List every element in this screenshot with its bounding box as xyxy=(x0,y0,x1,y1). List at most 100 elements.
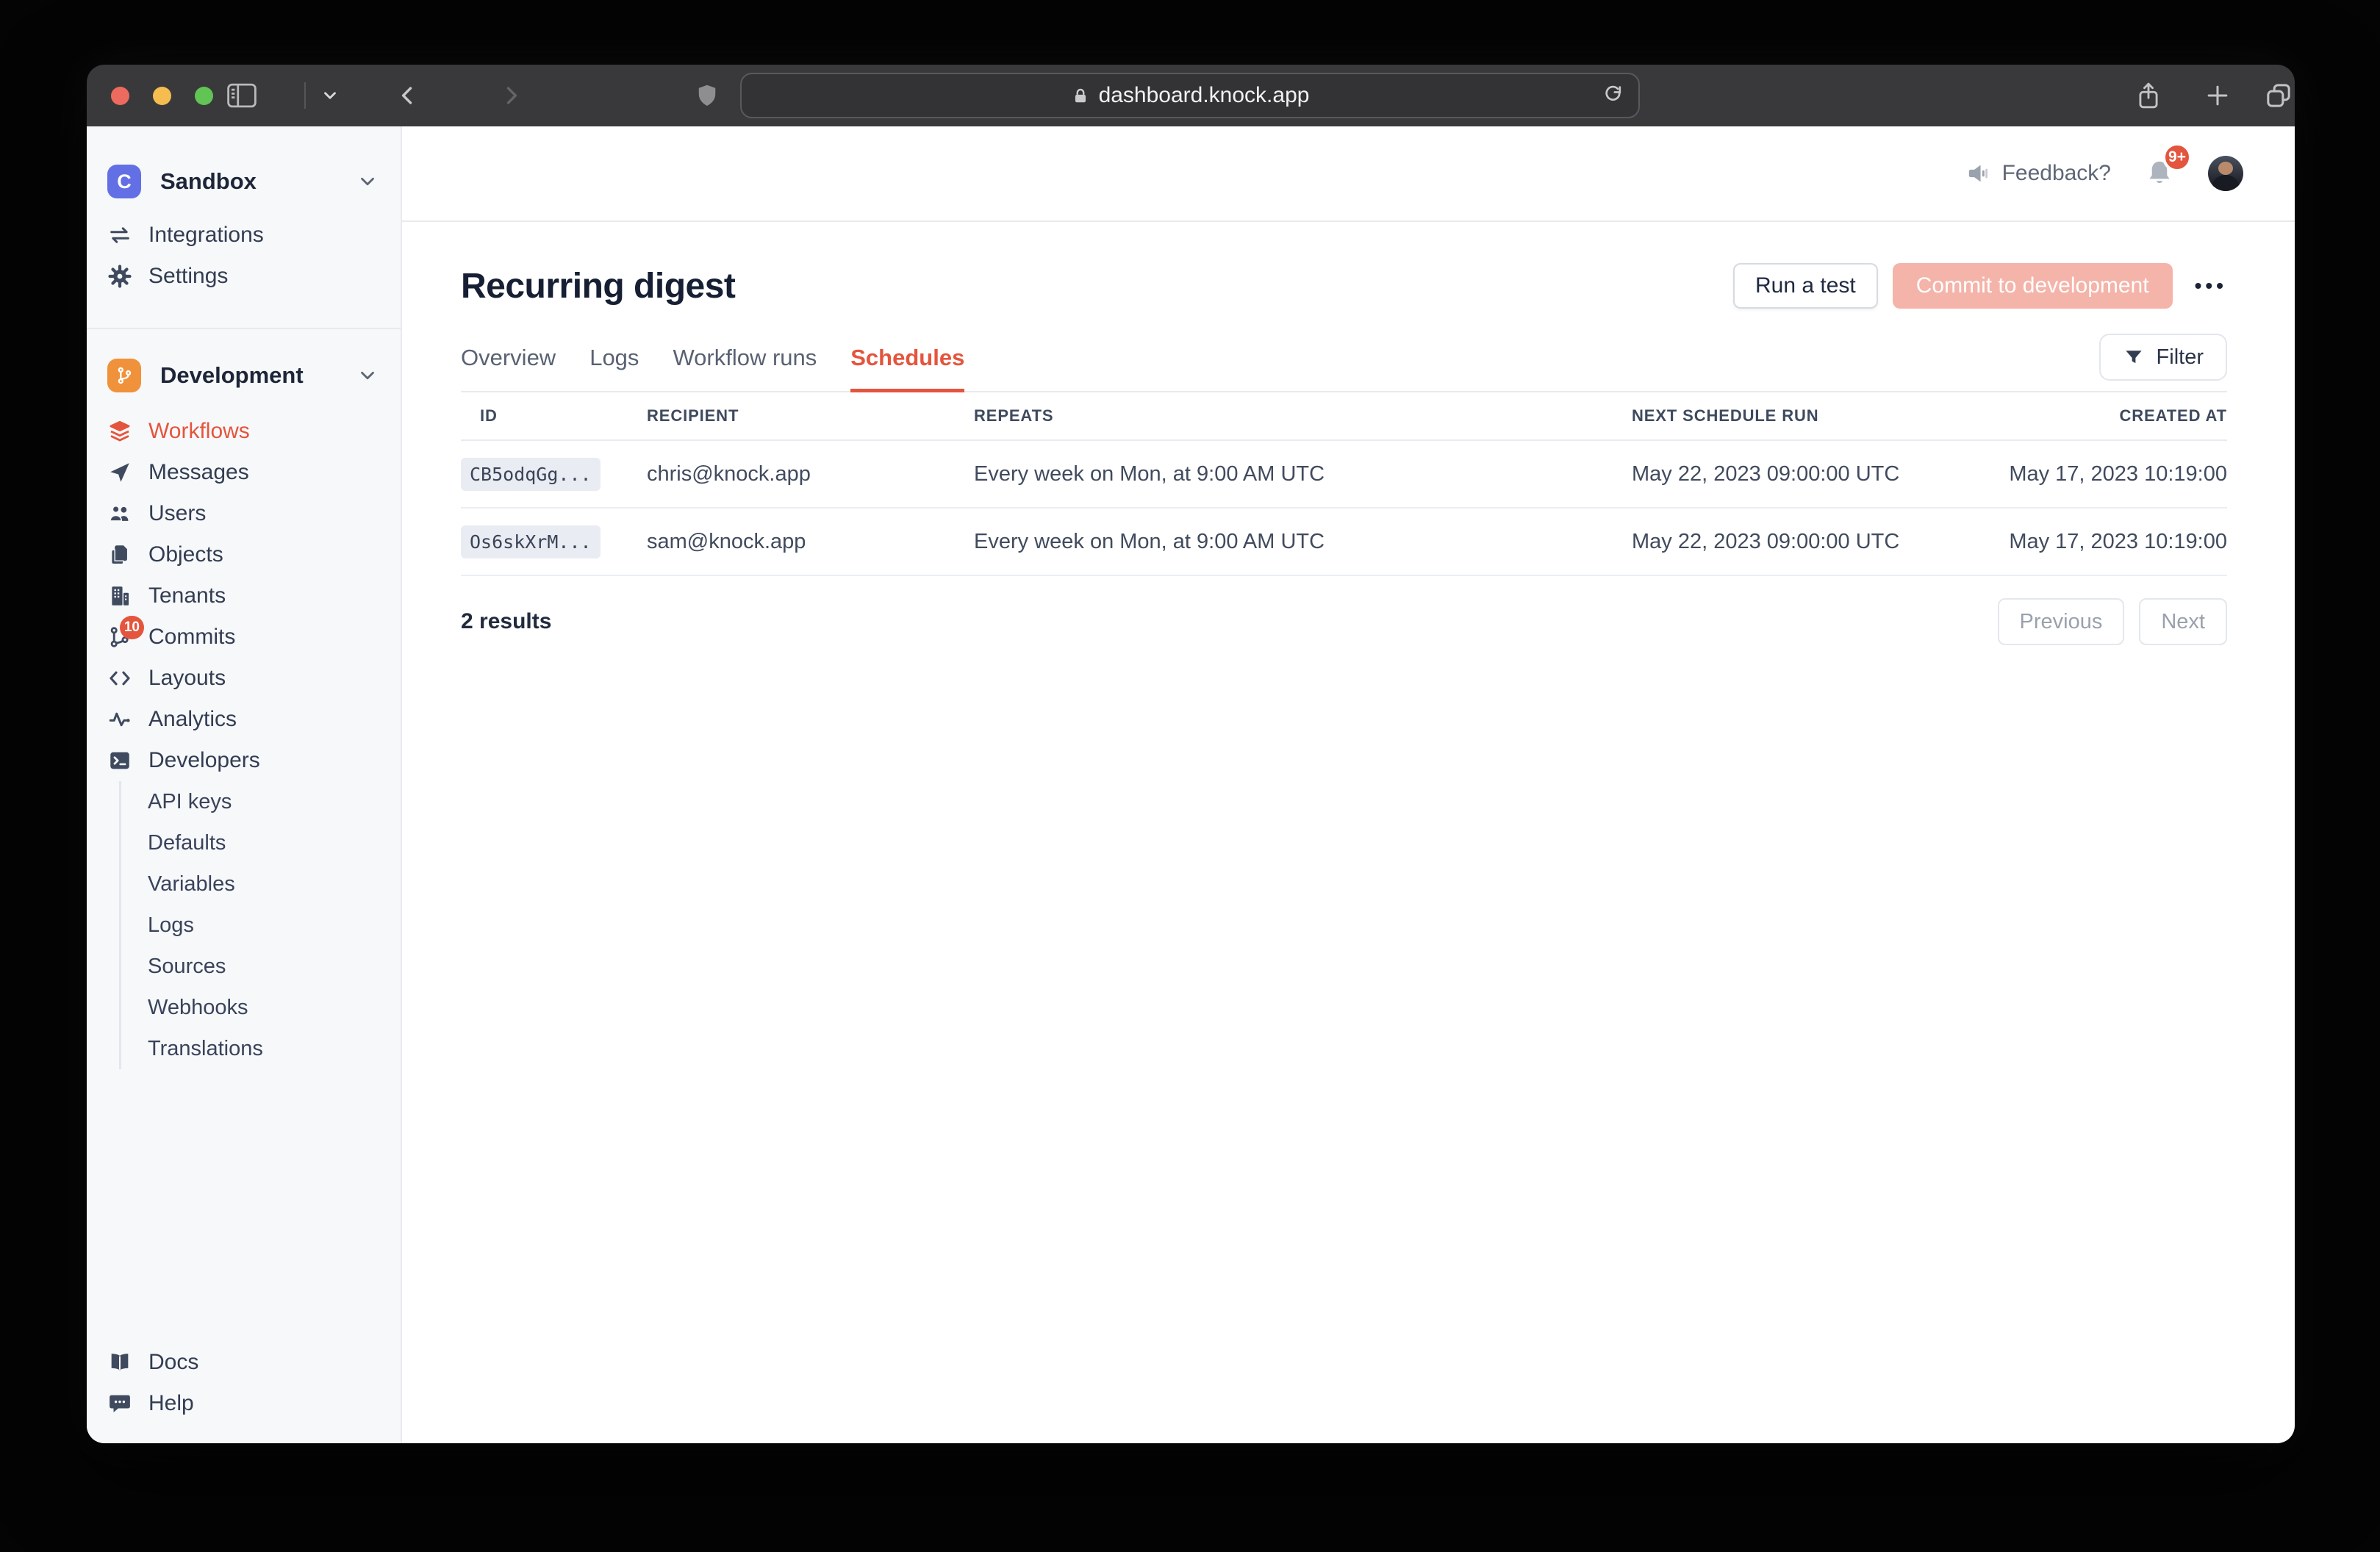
sidebar-item-developers[interactable]: Developers xyxy=(87,740,401,781)
tab-overview[interactable]: Overview xyxy=(461,345,556,392)
cell-recipient: sam@knock.app xyxy=(647,530,974,554)
sidebar-item-objects[interactable]: Objects xyxy=(87,534,401,575)
sidebar-toggle-icon[interactable] xyxy=(226,82,257,109)
sidebar-item-api-keys[interactable]: API keys xyxy=(121,781,401,822)
minimize-window-button[interactable] xyxy=(153,87,171,105)
browser-titlebar: dashboard.knock.app xyxy=(87,65,2295,126)
column-header-recipient: RECIPIENT xyxy=(647,406,974,425)
sidebar-item-layouts[interactable]: Layouts xyxy=(87,658,401,699)
terminal-icon xyxy=(107,748,132,773)
previous-page-button[interactable]: Previous xyxy=(1998,598,2125,645)
book-icon xyxy=(107,1350,132,1375)
cell-created-at: May 17, 2023 10:19:00 xyxy=(2009,462,2227,486)
sidebar-item-label: Developers xyxy=(148,748,260,773)
sub-item-label: Sources xyxy=(148,955,226,979)
sidebar-item-label: Docs xyxy=(148,1350,198,1375)
environment-name: Development xyxy=(160,362,337,389)
sidebar-item-translations[interactable]: Translations xyxy=(121,1028,401,1069)
cell-next-schedule-run: May 22, 2023 09:00:00 UTC xyxy=(1632,530,2009,554)
cell-next-schedule-run: May 22, 2023 09:00:00 UTC xyxy=(1632,462,2009,486)
chevron-down-icon xyxy=(356,364,379,387)
environment-switcher[interactable]: Development xyxy=(87,350,401,401)
cell-id: Os6skXrM... xyxy=(461,525,647,558)
run-a-test-button[interactable]: Run a test xyxy=(1733,263,1878,309)
notifications-button[interactable]: 9+ xyxy=(2143,156,2176,191)
workspace-logo-letter: C xyxy=(117,170,132,193)
more-options-button[interactable]: ••• xyxy=(2195,274,2227,298)
tab-logs[interactable]: Logs xyxy=(589,345,639,392)
sidebar-item-sources[interactable]: Sources xyxy=(121,946,401,987)
address-bar[interactable]: dashboard.knock.app xyxy=(740,73,1640,118)
id-chip: Os6skXrM... xyxy=(461,525,601,558)
feedback-link[interactable]: Feedback? xyxy=(1965,161,2111,186)
workspace-switcher[interactable]: C Sandbox xyxy=(87,156,401,207)
filter-funnel-icon xyxy=(2123,346,2145,368)
sidebar-item-defaults[interactable]: Defaults xyxy=(121,822,401,863)
sub-item-label: API keys xyxy=(148,790,232,814)
sidebar-item-commits[interactable]: 10 Commits xyxy=(87,617,401,658)
tab-workflow-runs[interactable]: Workflow runs xyxy=(673,345,817,392)
sidebar-item-label: Tenants xyxy=(148,583,226,608)
share-icon[interactable] xyxy=(2135,80,2162,111)
sidebar-item-analytics[interactable]: Analytics xyxy=(87,699,401,740)
gear-icon xyxy=(107,264,132,289)
sidebar-item-variables[interactable]: Variables xyxy=(121,863,401,905)
table-row[interactable]: CB5odqGg... chris@knock.app Every week o… xyxy=(461,441,2227,509)
zoom-window-button[interactable] xyxy=(195,87,213,105)
sub-item-label: Variables xyxy=(148,872,235,897)
next-page-button[interactable]: Next xyxy=(2139,598,2227,645)
table-header-row: ID RECIPIENT REPEATS NEXT SCHEDULE RUN C… xyxy=(461,392,2227,441)
sidebar-item-workflows[interactable]: Workflows xyxy=(87,411,401,452)
privacy-shield-icon[interactable] xyxy=(694,81,720,110)
tab-overview-icon[interactable] xyxy=(2264,81,2293,110)
sidebar-item-label: Users xyxy=(148,501,206,526)
column-header-created-at: CREATED AT xyxy=(2120,406,2228,425)
environment-logo xyxy=(107,359,141,392)
sidebar-item-tenants[interactable]: Tenants xyxy=(87,575,401,617)
filter-label: Filter xyxy=(2157,345,2204,370)
sidebar-item-label: Help xyxy=(148,1391,194,1416)
chat-bubble-icon xyxy=(107,1391,132,1416)
commits-badge: 10 xyxy=(120,616,144,639)
results-count: 2 results xyxy=(461,609,1998,634)
reload-icon[interactable] xyxy=(1602,84,1625,107)
close-window-button[interactable] xyxy=(111,87,129,105)
cell-created-at: May 17, 2023 10:19:00 xyxy=(2009,530,2227,554)
sidebar-item-integrations[interactable]: Integrations xyxy=(87,215,401,256)
filter-button[interactable]: Filter xyxy=(2099,334,2227,381)
developers-sub-list: API keys Defaults Variables Logs Sources… xyxy=(119,781,401,1069)
sidebar-item-label: Integrations xyxy=(148,223,264,248)
workspace-logo: C xyxy=(107,165,141,198)
sidebar-item-label: Messages xyxy=(148,460,249,485)
cell-recipient: chris@knock.app xyxy=(647,462,974,486)
tabs: Overview Logs Workflow runs Schedules Fi… xyxy=(461,334,2227,392)
column-header-next-schedule-run: NEXT SCHEDULE RUN xyxy=(1632,406,2120,425)
sidebar-item-docs[interactable]: Docs xyxy=(87,1342,401,1383)
sidebar-item-logs[interactable]: Logs xyxy=(121,905,401,946)
sidebar-item-help[interactable]: Help xyxy=(87,1383,401,1424)
sub-item-label: Defaults xyxy=(148,831,226,855)
lock-icon xyxy=(1071,85,1090,107)
tab-schedules[interactable]: Schedules xyxy=(850,345,964,392)
sidebar-item-messages[interactable]: Messages xyxy=(87,452,401,493)
chevron-down-icon[interactable] xyxy=(320,86,340,105)
back-icon[interactable] xyxy=(395,83,420,108)
sidebar-item-label: Layouts xyxy=(148,666,226,691)
sidebar-item-settings[interactable]: Settings xyxy=(87,256,401,297)
cell-id: CB5odqGg... xyxy=(461,458,647,491)
sidebar: C Sandbox Integrations xyxy=(87,126,402,1443)
cell-repeats: Every week on Mon, at 9:00 AM UTC xyxy=(974,530,1632,554)
new-tab-icon[interactable] xyxy=(2204,82,2232,109)
address-bar-url: dashboard.knock.app xyxy=(1099,83,1310,108)
table-row[interactable]: Os6skXrM... sam@knock.app Every week on … xyxy=(461,509,2227,576)
sidebar-item-webhooks[interactable]: Webhooks xyxy=(121,987,401,1028)
column-header-repeats: REPEATS xyxy=(974,406,1632,425)
commit-to-development-button[interactable]: Commit to development xyxy=(1893,263,2173,309)
forward-icon[interactable] xyxy=(498,83,523,108)
sidebar-item-label: Workflows xyxy=(148,419,250,444)
sidebar-item-users[interactable]: Users xyxy=(87,493,401,534)
sidebar-item-label: Settings xyxy=(148,264,228,289)
users-icon xyxy=(107,501,132,526)
avatar[interactable] xyxy=(2208,156,2243,191)
notification-badge: 9+ xyxy=(2162,143,2192,172)
